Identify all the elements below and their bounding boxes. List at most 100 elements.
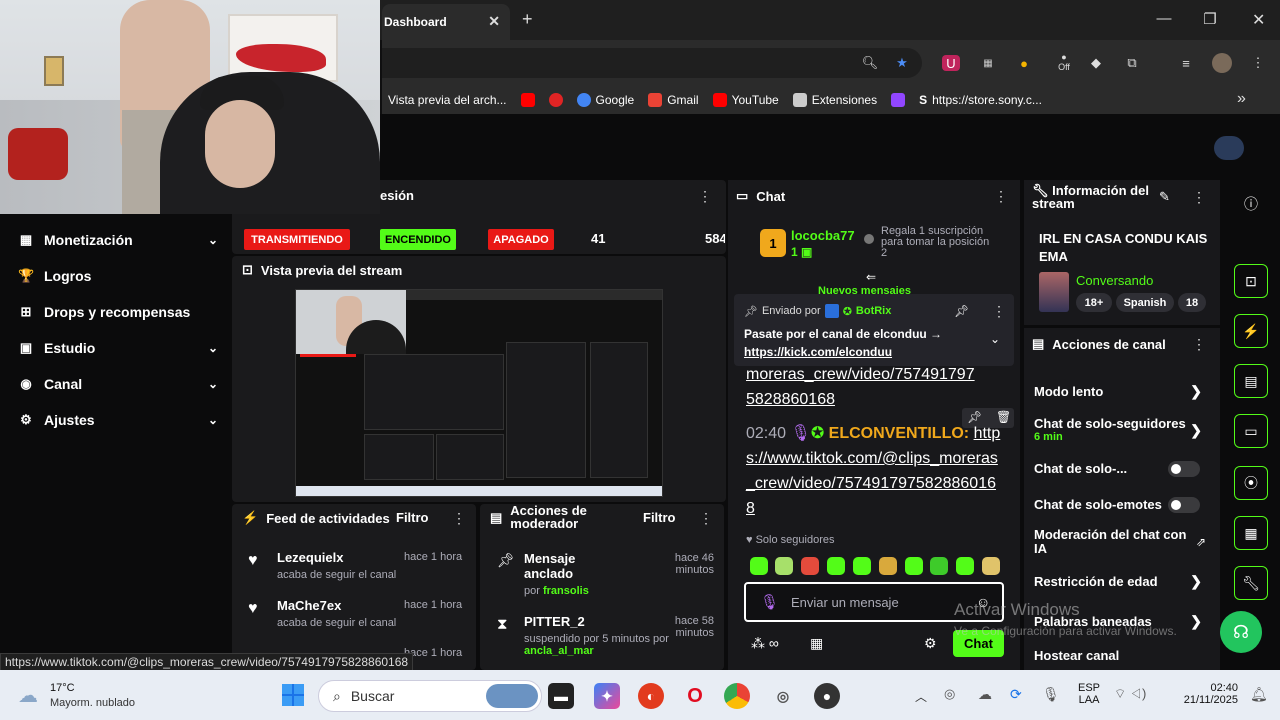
tab-close-icon[interactable]: ✕ [488,13,500,30]
toggle-switch[interactable] [1168,460,1200,477]
action-age-restriction[interactable]: Restricción de edad ❯ [1034,573,1210,589]
mod-sidebar-button[interactable]: ▦ [1234,516,1268,550]
minimize-icon[interactable]: — [1146,10,1182,27]
nav-canal[interactable]: ◉ Canal ⌄ [18,372,218,396]
bookmark-star-icon[interactable]: ★ [892,55,912,71]
edit-icon[interactable]: ✎ [1159,189,1170,205]
tray-icon[interactable]: ◎ [944,686,955,702]
chrome-icon[interactable] [724,683,750,709]
feed-filter-button[interactable]: Filtro [396,510,429,525]
windows-start-icon[interactable] [282,684,304,706]
nav-monetizacion[interactable]: ▦ Monetización ⌄ [18,228,218,252]
kebab-icon[interactable]: ⋮ [994,188,1008,205]
category-name[interactable]: Conversando [1076,273,1153,288]
kebab-icon[interactable]: ⋮ [1192,336,1206,353]
gear-icon[interactable]: ⚙ [924,635,937,652]
stream-preview-image[interactable] [295,289,663,497]
bookmark-sony[interactable]: Shttps://store.sony.c... [919,93,1042,107]
nav-logros[interactable]: 🏆 Logros [18,264,218,288]
obs-icon[interactable]: ● [814,683,840,709]
cloud-icon[interactable]: ☁ [978,686,992,703]
store-icon[interactable]: ▦ [810,635,823,652]
puzzle-icon[interactable]: ⧉ [1122,55,1142,71]
emote[interactable] [956,557,974,575]
notes-sidebar-button[interactable]: ▤ [1234,364,1268,398]
kebab-icon[interactable]: ⋮ [992,303,1006,320]
chat-message-link[interactable]: moreras_crew/video/757491797 5828860168 [746,362,1002,412]
extension-off-icon[interactable]: ● Off [1054,52,1074,72]
activity-sidebar-button[interactable]: ⚡ [1234,314,1268,348]
profile-avatar[interactable] [1212,53,1232,73]
terminal-icon[interactable]: ▬ [548,683,574,709]
shield-extension-icon[interactable]: U [942,55,960,71]
category-thumbnail[interactable] [1039,272,1069,312]
kebab-icon[interactable]: ⋮ [698,188,712,205]
support-headset-icon[interactable]: ☊ [1220,611,1262,653]
opera-icon[interactable]: O [682,683,708,709]
action-host-channel[interactable]: Hostear canal [1034,648,1210,663]
mod-filter-button[interactable]: Filtro [643,510,676,525]
cube-extension-icon[interactable]: ◆ [1086,55,1106,71]
nav-estudio[interactable]: ▣ Estudio ⌄ [18,336,218,360]
bookmark-youtube[interactable]: YouTube [712,93,779,107]
tab-dashboard[interactable]: Dashboard ✕ [382,4,510,40]
window-close-button[interactable]: ✕ [1238,0,1280,40]
kebab-icon[interactable]: ⋮ [1192,189,1206,206]
pinned-link[interactable]: https://kick.com/elconduu [744,345,892,359]
toggle-switch[interactable] [1168,496,1200,513]
kebab-icon[interactable]: ⋮ [452,510,466,527]
mic-icon[interactable]: 🎙︎ [1042,686,1060,703]
info-icon[interactable]: ⓘ [1244,194,1258,214]
bookmark-extensions[interactable]: Extensiones [792,93,877,107]
kebab-icon[interactable]: ⋮ [699,510,713,527]
language-indicator[interactable]: ESP LAA [1078,682,1100,706]
weather-icon[interactable]: ☁ [18,683,38,708]
broadcast-sidebar-button[interactable]: ⦿ [1234,466,1268,500]
action-ai-moderation[interactable]: Moderación del chat con IA [1034,528,1194,556]
more-bookmarks-icon[interactable]: » [1237,90,1246,108]
tools-sidebar-button[interactable]: 🔧︎ [1234,566,1268,600]
pin-icon[interactable]: 📌︎ [954,304,969,318]
bookmark-0[interactable]: Vista previa del arch... [388,93,507,107]
menu-icon[interactable]: ⋮ [1248,55,1268,71]
copilot-icon[interactable]: ✦ [594,683,620,709]
nav-ajustes[interactable]: ⚙ Ajustes ⌄ [18,408,218,432]
emote[interactable] [879,557,897,575]
zoom-icon[interactable]: 🔍︎ [860,55,880,71]
bookmark-2[interactable] [548,93,563,107]
emote[interactable] [750,557,768,575]
infinity-icon[interactable]: ⁂ ∞ [751,635,779,652]
chevron-up-icon[interactable]: ︿ [915,688,927,705]
bookmark-1[interactable] [520,93,535,107]
emote[interactable] [801,557,819,575]
extension-icon[interactable]: ▦ [978,55,998,71]
mic-icon[interactable]: 🎙︎ [760,593,779,611]
emote[interactable] [982,557,1000,575]
wifi-icon[interactable]: ⌔ ◁) [1114,686,1146,702]
chevron-down-icon[interactable]: ⌄ [990,332,1000,346]
gifter-name[interactable]: lococba77 [791,228,855,243]
app-icon[interactable]: ◎ [770,683,796,709]
bookmark-google[interactable]: Google [576,93,634,107]
restore-icon[interactable]: ❐ [1192,10,1228,28]
new-tab-button[interactable]: + [522,9,533,30]
notification-bell-icon[interactable]: 🔔︎ [1250,686,1268,703]
sync-icon[interactable]: ⟳ [1010,686,1022,703]
chat-sidebar-button[interactable]: ▭ [1234,414,1268,448]
bookmark-twitch[interactable] [891,93,906,107]
color-extension-icon[interactable]: ● [1014,55,1034,71]
app-icon[interactable]: ◐ [638,683,664,709]
clock[interactable]: 02:40 21/11/2025 [1170,682,1238,706]
action-slow-mode[interactable]: Modo lento ❯ [1034,383,1210,399]
emote[interactable] [775,557,793,575]
emote[interactable] [930,557,948,575]
emote[interactable] [905,557,923,575]
nav-drops[interactable]: ⊞ Drops y recompensas [18,300,218,324]
kick-avatar[interactable] [1214,136,1244,160]
emote[interactable] [827,557,845,575]
action-followers-only[interactable]: Chat de solo-seguidores 6 min ❯ [1034,416,1210,443]
bookmark-gmail[interactable]: Gmail [648,93,699,107]
emote[interactable] [853,557,871,575]
external-link-icon[interactable]: ⇗ [1196,535,1206,549]
message-user[interactable]: ELCONVENTILLO: [829,425,969,442]
